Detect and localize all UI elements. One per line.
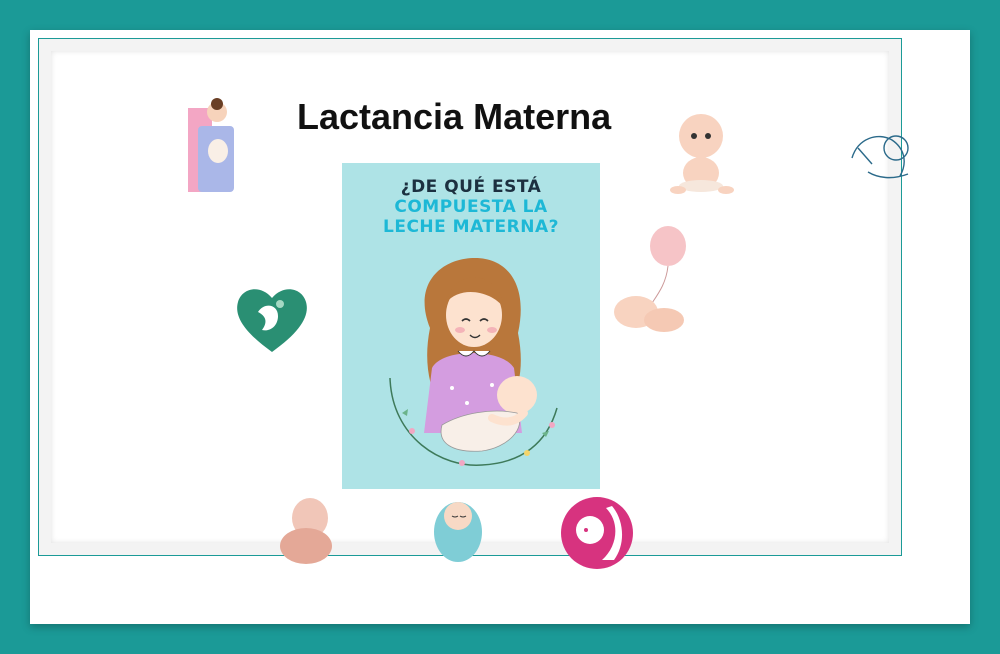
page-title: Lactancia Materna	[297, 96, 612, 137]
poster-card: ¿DE QUÉ ESTÁ COMPUESTA LA LECHE MATERNA?	[342, 163, 600, 489]
swaddled-baby-icon	[434, 502, 482, 562]
baby-hug-icon	[280, 498, 332, 564]
breastfeeding-mother-icon	[188, 98, 234, 192]
sleeping-baby-balloon-icon	[614, 226, 686, 332]
pink-circle-breastfeeding-icon	[561, 497, 633, 569]
sitting-baby-icon	[670, 114, 734, 194]
nursing-line-art-icon	[851, 135, 909, 179]
mother-baby-heart-icon	[237, 289, 307, 352]
mother-breastfeeding-illustration	[389, 258, 558, 466]
